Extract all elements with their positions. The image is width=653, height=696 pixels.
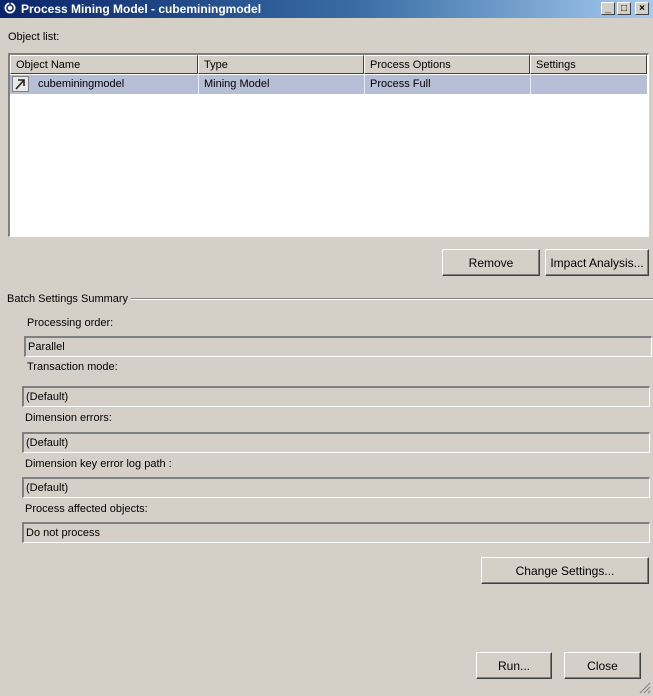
change-settings-button[interactable]: Change Settings... bbox=[481, 557, 649, 584]
process-icon bbox=[3, 1, 17, 15]
affected-objects-field: Do not process bbox=[22, 522, 650, 543]
close-window-button[interactable]: × bbox=[635, 2, 649, 15]
object-list-label: Object list: bbox=[8, 31, 60, 43]
resize-grip-icon[interactable] bbox=[639, 682, 651, 694]
cell-object-name: cubeminingmodel bbox=[38, 78, 125, 90]
processing-order-label: Processing order: bbox=[27, 317, 114, 329]
mining-model-icon bbox=[12, 76, 29, 92]
cell-type: Mining Model bbox=[204, 78, 270, 90]
column-header-type[interactable]: Type bbox=[198, 55, 364, 74]
dimension-errors-field: (Default) bbox=[22, 432, 650, 453]
cell-process-options[interactable]: Process Full bbox=[370, 78, 431, 90]
batch-settings-title: Batch Settings Summary bbox=[7, 293, 129, 305]
column-header-object-name[interactable]: Object Name bbox=[10, 55, 198, 74]
object-list[interactable]: Object Name Type Process Options Setting… bbox=[8, 53, 649, 237]
dimension-errors-label: Dimension errors: bbox=[25, 412, 112, 424]
group-divider bbox=[131, 298, 653, 300]
processing-order-field: Parallel bbox=[24, 336, 652, 357]
key-error-log-field: (Default) bbox=[22, 477, 650, 498]
minimize-button[interactable]: _ bbox=[601, 2, 615, 15]
column-header-settings[interactable]: Settings bbox=[530, 55, 647, 74]
title-bar[interactable]: Process Mining Model - cubeminingmodel _… bbox=[0, 0, 653, 18]
column-header-process-options[interactable]: Process Options bbox=[364, 55, 530, 74]
window-title: Process Mining Model - cubeminingmodel bbox=[21, 2, 262, 16]
key-error-log-label: Dimension key error log path : bbox=[25, 458, 172, 470]
run-button[interactable]: Run... bbox=[476, 652, 552, 679]
remove-button[interactable]: Remove bbox=[442, 249, 540, 276]
object-list-header: Object Name Type Process Options Setting… bbox=[10, 55, 647, 74]
impact-analysis-button[interactable]: Impact Analysis... bbox=[545, 249, 649, 276]
transaction-mode-field: (Default) bbox=[22, 386, 650, 407]
maximize-button[interactable]: □ bbox=[617, 2, 631, 15]
affected-objects-label: Process affected objects: bbox=[25, 503, 148, 515]
table-row[interactable]: cubeminingmodel Mining Model Process Ful… bbox=[10, 75, 647, 94]
close-button[interactable]: Close bbox=[564, 652, 641, 679]
transaction-mode-label: Transaction mode: bbox=[27, 361, 118, 373]
